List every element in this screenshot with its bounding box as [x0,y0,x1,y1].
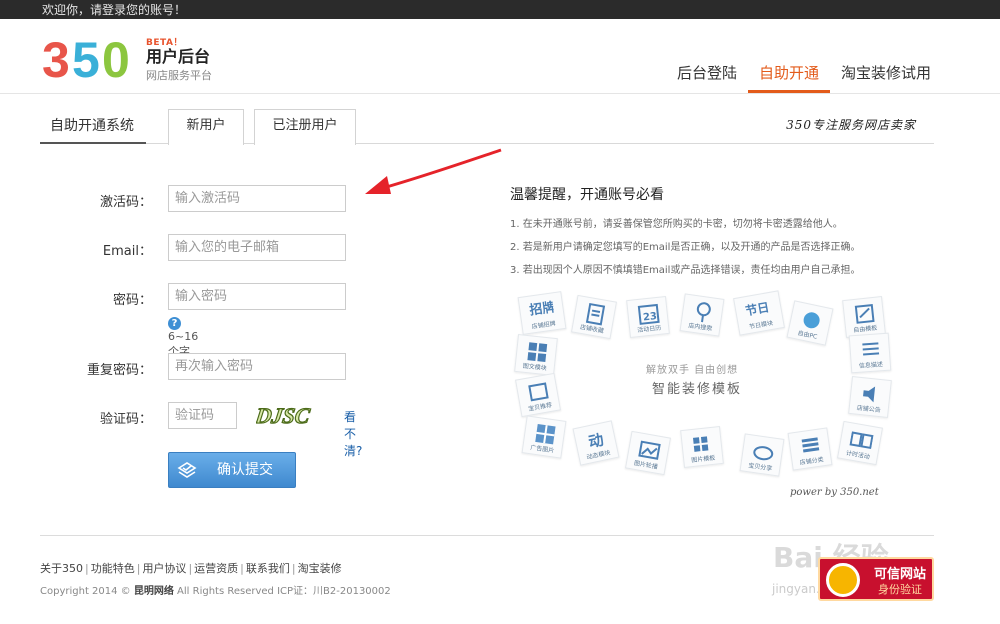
copyright: Copyright 2014 © 昆明网络 All Rights Reserve… [40,582,391,597]
footer-link-features[interactable]: 功能特色 [91,562,135,575]
svg-text:招牌: 招牌 [528,299,554,318]
tile-countdown: 计时活动 [837,420,883,466]
tile-share: 宝贝分享 [739,433,785,477]
captcha-label: 验证码： [99,412,152,427]
svg-text:5: 5 [72,32,100,83]
tile-graphic: 图文模块 [514,334,558,376]
svg-text:3: 3 [42,32,70,83]
captcha-text: DJSC [256,403,312,428]
badge-line1: 可信网站 [874,567,927,582]
nav-backend-login[interactable]: 后台登陆 [666,63,748,93]
password-label: 密码： [112,293,152,308]
captcha-image[interactable]: DJSC [256,400,314,430]
holiday-icon: 节日 [744,299,770,318]
svg-text:0: 0 [102,32,130,83]
footer-link-qualification[interactable]: 运营资质 [194,562,238,575]
footer-link-taobao-decor[interactable]: 淘宝装修 [298,562,342,575]
confirm-label: 重复密码： [86,363,152,378]
company-logo: 昆明网络 [133,586,174,597]
tip-item: 1. 在未开通账号前，请妥善保管您所购买的卡密，切勿将卡密透露给他人。 [510,219,843,230]
brand-subtitle: 网店服务平台 [146,69,212,82]
tab-registered-user[interactable]: 已注册用户 [254,109,356,145]
tile-picture-template: 图片模板 [680,426,724,468]
submit-icon [177,462,197,478]
powered-by: power by 350.net [790,487,879,498]
rights-text: All Rights Reserved ICP证：川B2-20130002 [177,586,391,597]
mosaic-tagline: 解放双手 自由创想 [646,365,739,376]
activation-code-input[interactable] [168,185,346,212]
tile-favorite: 店铺收藏 [571,294,617,340]
tile-notice: 店铺公告 [848,376,892,418]
mosaic-title: 智能装修模板 [652,382,743,397]
activation-label: 激活码： [99,195,152,210]
nav-taobao-decor-trial[interactable]: 淘宝装修试用 [830,63,942,93]
tile-category: 店铺分类 [787,427,833,471]
badge-line2: 身份验证 [878,583,922,596]
footer-link-agreement[interactable]: 用户协议 [142,562,186,575]
tile-sign: 招牌 店铺招牌 [517,291,567,335]
welcome-text: 欢迎你，请登录您的账号！ [42,3,187,17]
main-nav: 后台登陆 自助开通 淘宝装修试用 [666,63,942,93]
system-label: 自助开通系统 [40,108,146,144]
site-header: 3 5 0 BETA！ 用户后台 网店服务平台 后台登陆 自助开通 淘宝装修试用 [0,19,1000,94]
tips-panel: 温馨提醒，开通账号必看 1. 在未开通账号前，请妥善保管您所购买的卡密，切勿将卡… [510,184,910,282]
brand-title: 用户后台 [146,47,211,66]
refresh-captcha-link[interactable]: 看不清? [344,408,362,459]
brand-block: BETA！ 用户后台 网店服务平台 [146,35,212,83]
slogan: 350专注服务网店卖家 [786,118,916,132]
logo-350[interactable]: 3 5 0 [42,31,138,83]
red-arrow-annotation [365,148,502,194]
footer-link-contact[interactable]: 联系我们 [246,562,290,575]
list-icon [862,342,880,356]
email-input[interactable] [168,234,346,261]
tip-item: 3. 若出现因个人原因不慎填错Email或产品选择错误，责任均由用户自己承担。 [510,265,861,276]
tips-list: 1. 在未开通账号前，请妥善保管您所购买的卡密，切勿将卡密透露给他人。 2. 若… [510,213,910,282]
footer-links: 关于350 | 功能特色 | 用户协议 | 运营资质 | 联系我们 | 淘宝装修 [40,562,342,575]
footer-link-about[interactable]: 关于350 [40,562,83,575]
password-input[interactable] [168,283,346,310]
tile-calendar: 23 活动日历 [626,296,670,338]
badge-seal-icon [826,563,860,597]
submit-label: 确认提交 [217,462,273,478]
email-label: Email： [102,244,152,259]
copyright-text: Copyright 2014 © [40,586,131,597]
tile-template: 自由模板 [842,296,886,338]
sign-icon: 招牌 [528,299,554,318]
captcha-input[interactable] [168,402,237,429]
tab-new-user[interactable]: 新用户 [168,109,244,145]
tile-recommend: 宝贝推荐 [515,372,561,418]
nav-self-open[interactable]: 自助开通 [747,63,830,93]
top-bar: 欢迎你，请登录您的账号！ [0,0,1000,19]
tab-row: 自助开通系统 新用户 已注册用户 350专注服务网店卖家 [40,108,934,145]
tile-holiday: 节日 节日模块 [733,290,785,336]
tips-title: 温馨提醒，开通账号必看 [510,187,664,203]
tile-ad: 广告图片 [521,415,567,459]
tip-item: 2. 若是新用户请确定您填写的Email是否正确，以及开通的产品是否选择正确。 [510,242,861,253]
submit-button[interactable]: 确认提交 [168,452,296,488]
template-mosaic: 招牌 店铺招牌 店铺收藏 23 活动日历 店内搜索 节日 节日模块 自由PC 自… [510,290,900,500]
tile-carousel: 图片轮播 [625,430,671,476]
confirm-password-input[interactable] [168,353,346,380]
tile-pc: 自由PC [786,300,834,346]
tile-info: 信息描述 [848,332,892,374]
svg-text:23: 23 [643,311,658,323]
trusted-site-badge[interactable]: 可信网站 身份验证 [818,557,934,601]
svg-text:节日: 节日 [744,299,770,318]
tile-search: 店内搜索 [679,293,725,337]
tile-dynamic: 动 动态模块 [572,420,620,466]
help-icon: ? [168,317,181,330]
